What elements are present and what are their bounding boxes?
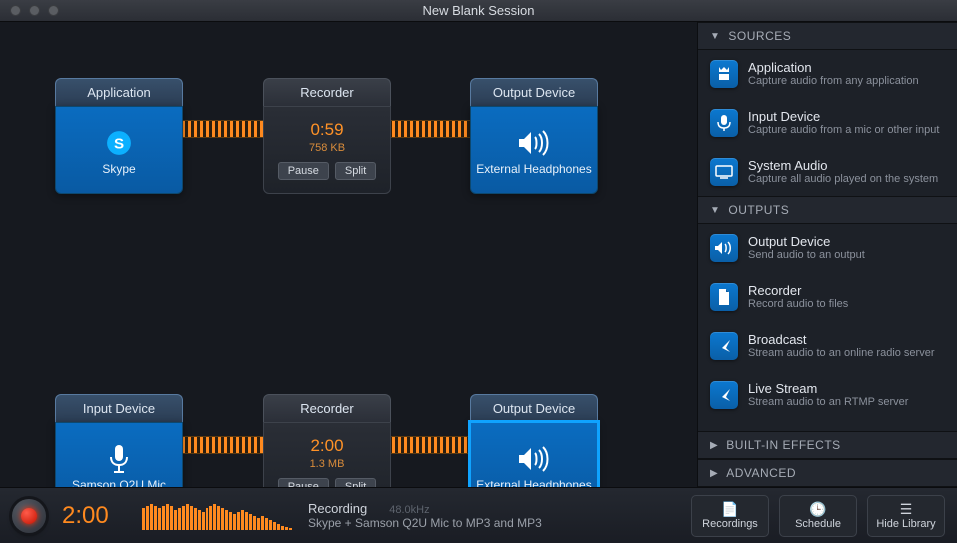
hide-library-button[interactable]: ☰ Hide Library [867, 495, 945, 537]
input-device-icon [710, 109, 738, 137]
sources-list: ApplicationCapture audio from any applic… [698, 50, 957, 196]
record-button[interactable] [12, 499, 46, 533]
library-item-desc: Stream audio to an online radio server [748, 347, 935, 361]
speaker-icon [517, 123, 551, 163]
clock-icon: 🕒 [809, 502, 826, 516]
level-meter [142, 502, 292, 530]
library-item-desc: Send audio to an output [748, 249, 865, 263]
block-recorder[interactable]: 0:59 758 KB Pause Split [263, 106, 391, 194]
library-item-desc: Capture all audio played on the system [748, 173, 938, 187]
library-item-desc: Record audio to files [748, 298, 848, 312]
section-advanced[interactable]: ▶ ADVANCED [698, 459, 957, 487]
section-outputs[interactable]: ▼ OUTPUTS [698, 196, 957, 224]
titlebar: New Blank Session [0, 0, 957, 22]
record-icon [21, 508, 37, 524]
section-label: ADVANCED [726, 466, 796, 480]
recorder-time: 0:59 [310, 120, 343, 140]
session-canvas[interactable]: Application S Skype Recorder 0:59 758 KB… [0, 22, 697, 487]
library-item-title: Output Device [748, 234, 865, 249]
section-label: SOURCES [728, 29, 791, 43]
block-header-recorder[interactable]: Recorder [263, 394, 391, 422]
status-line-1: Recording [308, 501, 367, 516]
block-output-device[interactable]: External Headphones [470, 422, 598, 487]
chevron-down-icon: ▼ [710, 205, 720, 216]
block-recorder[interactable]: 2:00 1.3 MB Pause Split [263, 422, 391, 487]
output-device-icon [710, 234, 738, 262]
block-header-recorder[interactable]: Recorder [263, 78, 391, 106]
skype-icon: S [106, 123, 132, 163]
library-item-desc: Stream audio to an RTMP server [748, 396, 908, 410]
library-item[interactable]: Live StreamStream audio to an RTMP serve… [698, 371, 957, 420]
chevron-down-icon: ▼ [710, 31, 720, 42]
block-header-output[interactable]: Output Device [470, 394, 598, 422]
block-header-output[interactable]: Output Device [470, 78, 598, 106]
split-button[interactable]: Split [335, 162, 376, 180]
library-item[interactable]: Output DeviceSend audio to an output [698, 224, 957, 273]
library-item-title: System Audio [748, 158, 938, 173]
recorder-size: 758 KB [309, 142, 345, 154]
library-item[interactable]: BroadcastStream audio to an online radio… [698, 322, 957, 371]
pause-button[interactable]: Pause [278, 478, 329, 487]
button-label: Schedule [795, 518, 841, 530]
library-item[interactable]: ApplicationCapture audio from any applic… [698, 50, 957, 99]
recorder-size: 1.3 MB [310, 458, 345, 470]
section-effects[interactable]: ▶ BUILT-IN EFFECTS [698, 431, 957, 459]
recordings-button[interactable]: 📄 Recordings [691, 495, 769, 537]
block-input-device[interactable]: Samson Q2U Mic [55, 422, 183, 487]
transport-bar: 2:00 Recording 48.0kHz Skype + Samson Q2… [0, 487, 957, 543]
window-title: New Blank Session [0, 3, 957, 18]
library-item-desc: Capture audio from a mic or other input [748, 124, 939, 138]
status-text: Recording 48.0kHz Skype + Samson Q2U Mic… [308, 501, 675, 530]
library-item-title: Application [748, 60, 919, 75]
minimize-icon[interactable] [29, 5, 40, 16]
svg-text:S: S [114, 136, 124, 153]
block-output-device[interactable]: External Headphones [470, 106, 598, 194]
library-item[interactable]: System AudioCapture all audio played on … [698, 148, 957, 197]
list-icon: ☰ [900, 502, 913, 516]
microphone-icon [108, 439, 130, 479]
traffic-lights[interactable] [10, 5, 59, 16]
recordings-icon: 📄 [721, 502, 738, 516]
pause-button[interactable]: Pause [278, 162, 329, 180]
library-item[interactable]: RecorderRecord audio to files [698, 273, 957, 322]
block-header-input[interactable]: Input Device [55, 394, 183, 422]
section-label: OUTPUTS [728, 203, 789, 217]
block-label: External Headphones [476, 163, 591, 177]
block-header-application[interactable]: Application [55, 78, 183, 106]
application-icon [710, 60, 738, 88]
system-audio-icon [710, 158, 738, 186]
library-item[interactable]: Input DeviceCapture audio from a mic or … [698, 99, 957, 148]
outputs-list: Output DeviceSend audio to an outputReco… [698, 224, 957, 419]
library-item-title: Broadcast [748, 332, 935, 347]
elapsed-time: 2:00 [62, 502, 126, 530]
recorder-time: 2:00 [310, 436, 343, 456]
library-item-title: Recorder [748, 283, 848, 298]
block-label: Skype [102, 163, 135, 177]
block-application[interactable]: S Skype [55, 106, 183, 194]
status-line-2: Skype + Samson Q2U Mic to MP3 and MP3 [308, 516, 675, 530]
close-icon[interactable] [10, 5, 21, 16]
sample-rate: 48.0kHz [389, 504, 429, 516]
library-sidebar: ▼ SOURCES ApplicationCapture audio from … [697, 22, 957, 487]
button-label: Recordings [702, 518, 758, 530]
zoom-icon[interactable] [48, 5, 59, 16]
live-stream-icon [710, 381, 738, 409]
library-item-title: Input Device [748, 109, 939, 124]
section-sources[interactable]: ▼ SOURCES [698, 22, 957, 50]
library-item-desc: Capture audio from any application [748, 75, 919, 89]
block-label: Samson Q2U Mic [72, 479, 166, 487]
button-label: Hide Library [876, 518, 935, 530]
block-label: External Headphones [476, 479, 591, 487]
chevron-right-icon: ▶ [710, 440, 718, 451]
broadcast-icon [710, 332, 738, 360]
recorder-icon [710, 283, 738, 311]
schedule-button[interactable]: 🕒 Schedule [779, 495, 857, 537]
split-button[interactable]: Split [335, 478, 376, 487]
chevron-right-icon: ▶ [710, 468, 718, 479]
speaker-icon [517, 439, 551, 479]
section-label: BUILT-IN EFFECTS [726, 438, 840, 452]
library-item-title: Live Stream [748, 381, 908, 396]
